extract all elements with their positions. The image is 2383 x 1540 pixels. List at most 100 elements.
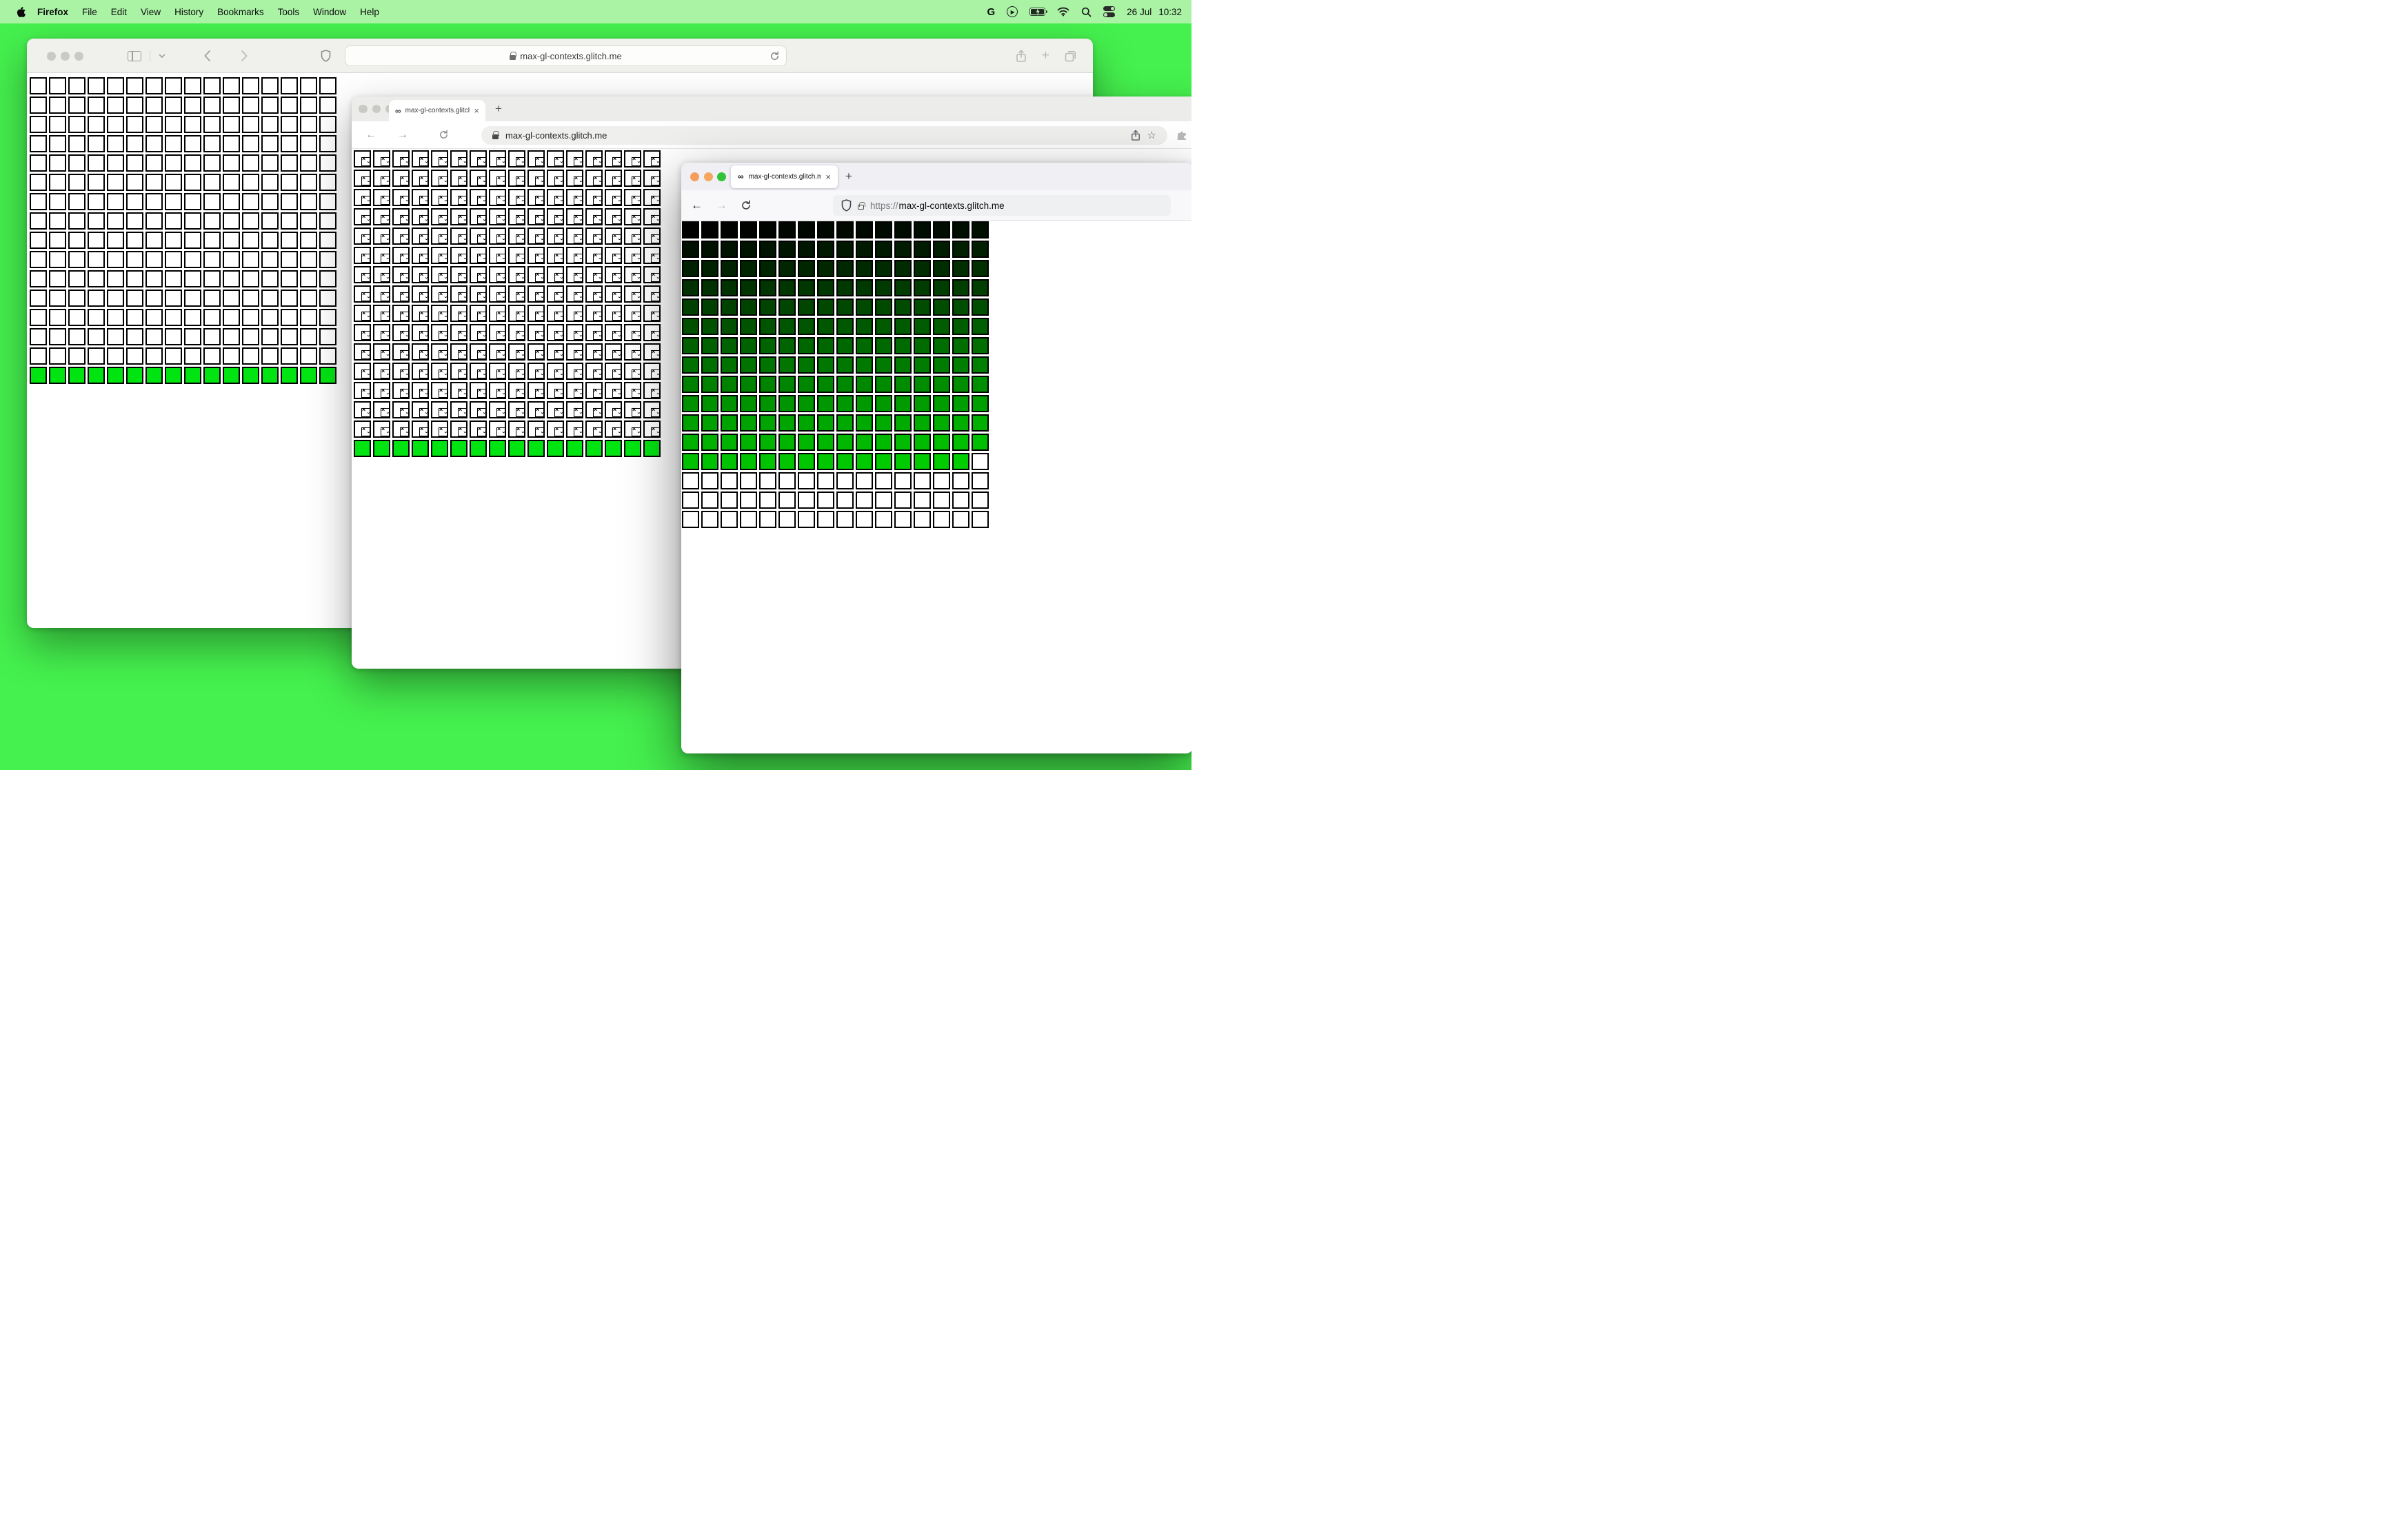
chevron-down-icon[interactable]	[159, 54, 165, 59]
back-button[interactable]: ←	[691, 190, 703, 221]
tab-close-icon[interactable]: ×	[825, 172, 831, 182]
reload-button[interactable]	[741, 190, 752, 221]
zoom-button[interactable]	[74, 51, 83, 61]
grid-cell	[740, 241, 757, 258]
broken-image-icon: × ˇ	[439, 194, 448, 207]
grid-cell	[798, 260, 815, 277]
grid-cell: × ˇ	[450, 285, 467, 304]
wifi-icon[interactable]	[1057, 7, 1069, 17]
control-center-icon[interactable]	[1103, 6, 1116, 17]
minimize-button[interactable]	[61, 51, 70, 61]
minimize-button[interactable]	[703, 172, 713, 181]
grid-cell	[972, 337, 989, 354]
shield-icon[interactable]	[321, 39, 331, 73]
grid-cell	[165, 251, 182, 268]
new-tab-icon[interactable]: +	[1042, 48, 1049, 63]
grid-cell	[300, 232, 317, 249]
grid-cell: × ˇ	[566, 285, 583, 304]
back-button[interactable]	[203, 39, 211, 73]
menu-edit[interactable]: Edit	[104, 7, 134, 17]
apple-menu-icon[interactable]	[10, 6, 30, 18]
grid-cell: × ˇ	[373, 170, 390, 188]
new-tab-button[interactable]: +	[845, 163, 852, 190]
safari-address-bar[interactable]: max-gl-contexts.glitch.me	[345, 45, 787, 66]
grid-cell	[817, 241, 834, 258]
broken-image-icon: × ˇ	[535, 213, 544, 227]
grid-cell: × ˇ	[392, 150, 410, 169]
grid-cell	[281, 367, 298, 384]
firefox-active-tab[interactable]: ∞ max-gl-contexts.glitch.me/ ×	[731, 165, 838, 188]
grid-cell: × ˇ	[566, 170, 583, 188]
grid-cell	[165, 116, 182, 133]
grid-cell	[740, 298, 757, 316]
chrome-address-bar[interactable]: max-gl-contexts.glitch.me ☆	[481, 125, 1167, 145]
zoom-button[interactable]	[717, 172, 726, 181]
close-button[interactable]	[47, 51, 56, 61]
grid-cell: × ˇ	[450, 150, 467, 169]
close-button[interactable]	[690, 172, 699, 181]
new-tab-button[interactable]: +	[495, 97, 502, 121]
forward-button[interactable]: →	[397, 129, 408, 141]
broken-image-icon: × ˇ	[400, 290, 409, 304]
grid-cell	[165, 367, 182, 384]
search-icon[interactable]	[1081, 7, 1092, 17]
close-button[interactable]	[359, 104, 368, 114]
grid-cell: × ˇ	[450, 170, 467, 188]
grid-cell	[223, 154, 240, 172]
tracking-shield-icon[interactable]	[841, 199, 852, 212]
grid-cell	[49, 97, 66, 114]
grid-cell: × ˇ	[643, 266, 661, 285]
menu-window[interactable]: Window	[306, 7, 353, 17]
bookmark-star-icon[interactable]: ☆	[1147, 129, 1156, 141]
broken-image-icon: × ˇ	[477, 425, 486, 439]
broken-image-icon: × ˇ	[612, 194, 621, 207]
menu-app-name[interactable]: Firefox	[30, 7, 75, 17]
grid-cell	[875, 453, 892, 470]
grid-cell: × ˇ	[643, 421, 661, 439]
tab-overview-icon[interactable]	[1065, 50, 1076, 62]
grid-cell	[88, 77, 105, 94]
grid-cell	[223, 251, 240, 268]
menu-view[interactable]: View	[134, 7, 168, 17]
grid-cell: × ˇ	[489, 150, 506, 169]
tab-close-icon[interactable]: ×	[474, 105, 479, 116]
grid-cell	[261, 135, 279, 152]
share-icon[interactable]	[1131, 129, 1140, 141]
grid-cell	[798, 241, 815, 258]
forward-button[interactable]	[241, 39, 248, 73]
chrome-active-tab[interactable]: ∞ max-gl-contexts.glitch.me ×	[389, 100, 485, 121]
menu-tools[interactable]: Tools	[271, 7, 307, 17]
back-button[interactable]: ←	[365, 129, 376, 141]
menu-file[interactable]: File	[75, 7, 104, 17]
lock-icon[interactable]	[858, 202, 865, 210]
menubar-date[interactable]: 26 Jul	[1127, 7, 1152, 17]
minimize-button[interactable]	[372, 104, 381, 114]
google-icon[interactable]: G	[987, 6, 996, 18]
sidebar-toggle-icon[interactable]	[128, 50, 141, 61]
broken-image-icon: × ˇ	[496, 425, 505, 439]
firefox-address-bar[interactable]: https:// max-gl-contexts.glitch.me	[833, 195, 1171, 216]
share-icon[interactable]	[1016, 49, 1027, 63]
menu-help[interactable]: Help	[353, 7, 386, 17]
grid-cell: × ˇ	[470, 208, 487, 227]
battery-charging-icon[interactable]	[1029, 8, 1048, 16]
broken-image-icon: × ˇ	[516, 348, 525, 362]
menu-bookmarks[interactable]: Bookmarks	[210, 7, 271, 17]
grid-cell	[68, 212, 86, 230]
extensions-puzzle-icon[interactable]	[1176, 130, 1188, 141]
grid-cell	[319, 328, 336, 345]
broken-image-icon: × ˇ	[535, 290, 544, 304]
reload-icon[interactable]	[770, 51, 780, 61]
grid-cell	[88, 328, 105, 345]
forward-button[interactable]: →	[716, 190, 727, 221]
grid-cell: × ˇ	[527, 150, 545, 169]
broken-image-icon: × ˇ	[651, 367, 660, 381]
grid-cell	[145, 347, 163, 365]
menu-history[interactable]: History	[168, 7, 210, 17]
broken-image-icon: × ˇ	[439, 155, 448, 169]
play-circle-icon[interactable]: ▶	[1007, 6, 1018, 17]
reload-button[interactable]	[439, 130, 449, 140]
grid-cell	[778, 453, 796, 470]
menubar-clock[interactable]: 10:32	[1158, 7, 1182, 17]
grid-cell	[165, 77, 182, 94]
